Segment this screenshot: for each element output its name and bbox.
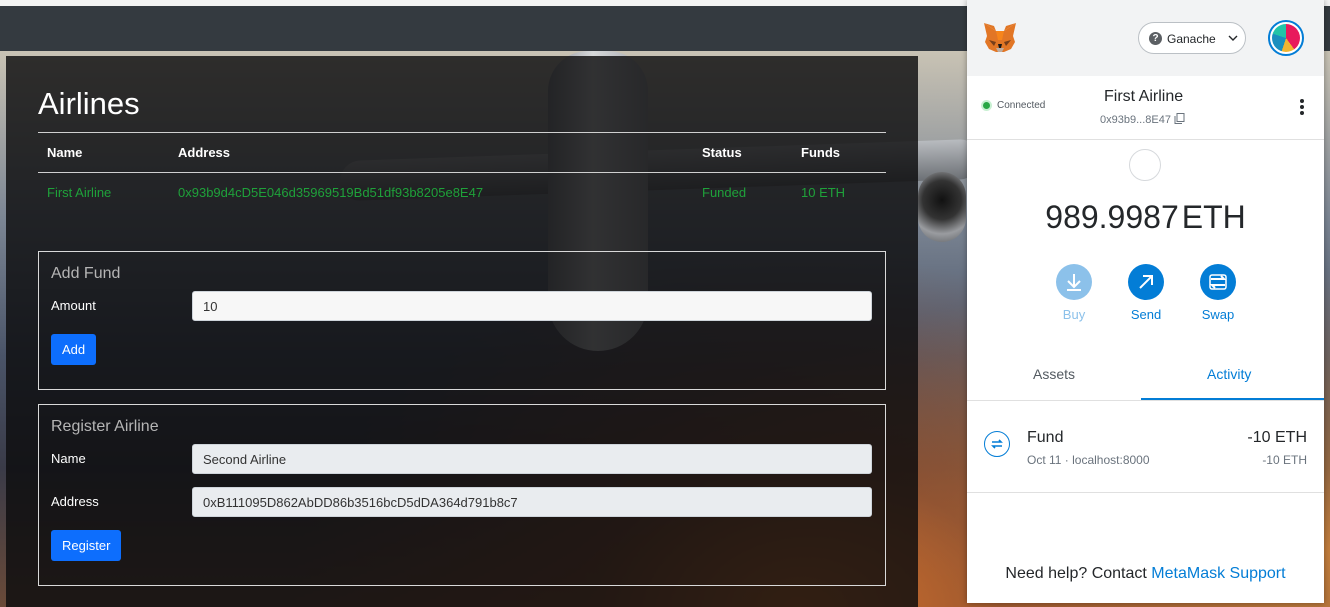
- arrow-up-right-icon: [1139, 275, 1153, 289]
- amount-label: Amount: [51, 298, 96, 313]
- copy-icon[interactable]: [1174, 113, 1185, 124]
- network-name: Ganache: [1167, 32, 1216, 46]
- transaction-subtitle: Oct 11 · localhost:8000: [1027, 453, 1150, 467]
- airline-name-label: Name: [51, 451, 86, 466]
- send-label: Send: [1130, 307, 1162, 322]
- background-plane-engine: [918, 172, 966, 242]
- balance-unit: ETH: [1181, 199, 1246, 235]
- register-button[interactable]: Register: [51, 530, 122, 561]
- swap-transaction-icon: [984, 431, 1010, 457]
- title-divider: [38, 132, 886, 133]
- airline-address-input[interactable]: [192, 487, 872, 517]
- swap-label: Swap: [1201, 307, 1235, 322]
- account-identicon: [1272, 24, 1300, 52]
- network-selector[interactable]: ? Ganache: [1138, 22, 1246, 54]
- account-address[interactable]: 0x93b9...8E47: [1100, 113, 1185, 126]
- help-footer: Need help? Contact MetaMask Support: [967, 565, 1324, 583]
- download-icon: [1067, 274, 1081, 291]
- buy-label: Buy: [1062, 307, 1086, 322]
- col-header-funds: Funds: [801, 145, 840, 160]
- account-avatar[interactable]: [1268, 20, 1304, 56]
- help-text: Need help? Contact: [1005, 565, 1147, 582]
- col-header-status: Status: [702, 145, 742, 160]
- chevron-down-icon: [1228, 35, 1238, 41]
- account-name: First Airline: [1104, 88, 1184, 105]
- tabs-divider: [967, 400, 1324, 401]
- metamask-header: ? Ganache: [967, 0, 1324, 76]
- cell-status: Funded: [702, 185, 747, 200]
- connected-status-text[interactable]: Connected: [997, 100, 1045, 111]
- col-header-name: Name: [47, 145, 83, 160]
- airline-address-label: Address: [51, 494, 99, 509]
- cell-name: First Airline: [47, 185, 112, 200]
- account-address-text: 0x93b9...8E47: [1100, 114, 1171, 126]
- metamask-fox-icon[interactable]: [983, 22, 1017, 54]
- active-tab-indicator: [1141, 398, 1324, 400]
- activity-divider: [967, 492, 1324, 493]
- network-help-icon: ?: [1149, 32, 1162, 45]
- cell-funds: 10 ETH: [801, 185, 846, 200]
- token-icon: [1129, 149, 1161, 181]
- transaction-amount-secondary: -10 ETH: [1262, 453, 1307, 467]
- balance-display: 989.9987ETH: [967, 199, 1324, 236]
- amount-input[interactable]: [192, 291, 872, 321]
- metamask-popup: ? Ganache Connected First Airline 0x93b9…: [967, 0, 1324, 603]
- add-fund-button[interactable]: Add: [51, 334, 97, 365]
- table-header-divider: [38, 172, 886, 173]
- swap-icon: [1209, 274, 1227, 290]
- col-header-address: Address: [178, 145, 231, 160]
- connected-status-dot: [983, 102, 990, 109]
- send-button[interactable]: [1128, 264, 1164, 300]
- balance-amount: 989.9987: [1045, 199, 1179, 235]
- airline-name-input[interactable]: [192, 444, 872, 474]
- transaction-amount: -10 ETH: [1247, 429, 1307, 446]
- metamask-support-link[interactable]: MetaMask Support: [1151, 565, 1285, 582]
- register-airline-title: Register Airline: [51, 418, 159, 435]
- transaction-title: Fund: [1027, 429, 1064, 446]
- cell-address: 0x93b9d4cD5E046d35969519Bd51df93b8205e8E…: [178, 185, 484, 200]
- add-fund-title: Add Fund: [51, 265, 121, 282]
- swap-button[interactable]: [1200, 264, 1236, 300]
- account-options-icon[interactable]: [1300, 99, 1304, 117]
- tab-assets[interactable]: Assets: [1033, 366, 1075, 382]
- account-divider: [967, 139, 1324, 140]
- tab-activity[interactable]: Activity: [1207, 366, 1251, 382]
- page-title: Airlines: [38, 86, 140, 121]
- buy-button[interactable]: [1056, 264, 1092, 300]
